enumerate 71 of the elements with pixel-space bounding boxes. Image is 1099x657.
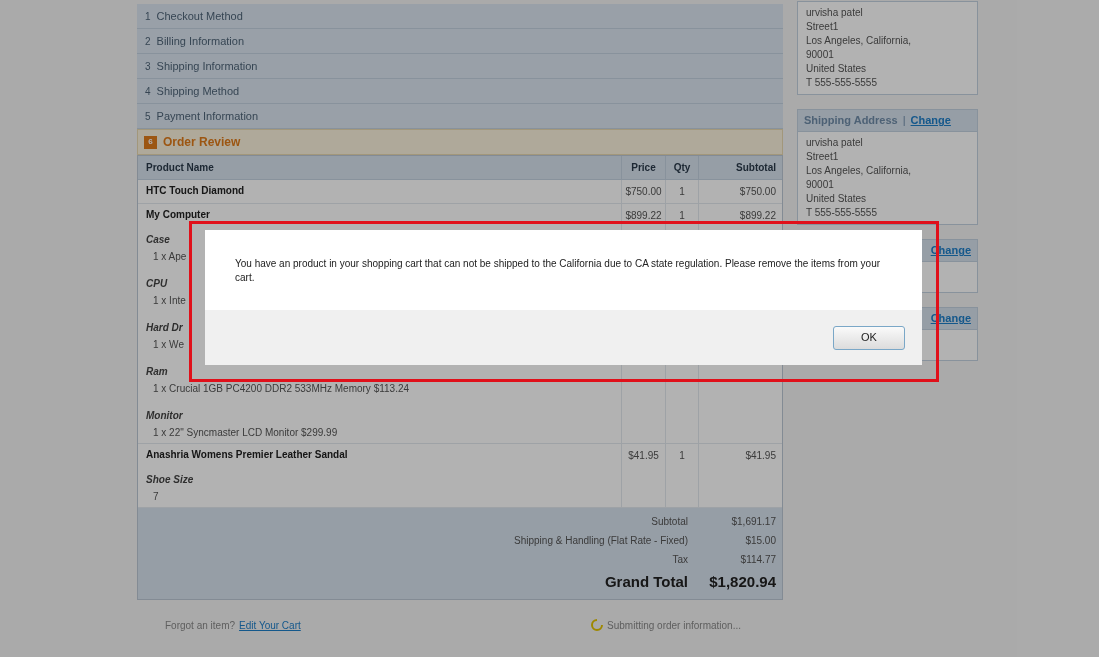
checkout-step[interactable]: 4 Shipping Method [137,79,783,104]
address-line: T 555-555-5555 [806,76,877,90]
footer-text: Forgot an item? [165,618,236,633]
product-name: My Computer [146,208,210,221]
option-value: 1 x 22" Syncmaster LCD Monitor $299.99 [152,426,338,440]
total-value: $1,691.17 [730,515,777,529]
option-value: 1 x Ape [152,250,187,264]
table-cell: $750.00 [698,180,784,203]
total-label: Subtotal [650,515,689,529]
step-title: Payment Information [156,108,259,124]
step-title: Checkout Method [156,8,243,24]
checkout-step[interactable]: 6 Order Review [137,129,783,155]
checkout-step[interactable]: 1 Checkout Method [137,4,783,29]
column-header: Product Name [145,161,215,175]
checkout-step[interactable]: 3 Shipping Information [137,54,783,79]
step-title: Shipping Information [156,58,258,74]
address-line: Los Angeles, California, [806,34,912,48]
checkout-step[interactable]: 5 Payment Information [137,104,783,129]
column-header: Qty [665,156,698,179]
option-label: Case [146,233,170,247]
address-line: T 555-555-5555 [806,206,877,220]
step-number: 3 [145,59,151,74]
checkout-step[interactable]: 2 Billing Information [137,29,783,54]
option-value: 1 x Crucial 1GB PC4200 DDR2 533MHz Memory $113.24 [152,382,410,396]
edit-cart-link[interactable]: Edit Your Cart [239,617,301,633]
address-title: Shipping Address [804,113,898,129]
step-title: Shipping Method [156,83,240,99]
total-label: Tax [671,553,689,567]
total-label: Shipping & Handling (Flat Rate - Fixed) [513,534,689,548]
total-value: $15.00 [744,534,777,548]
step-number-badge: 6 [144,135,157,149]
table-cell: $41.95 [698,444,784,507]
product-name: HTC Touch Diamond [146,184,245,197]
total-label: Grand Total [603,572,689,592]
table-cell: $750.00 [621,180,665,203]
address-line: United States [806,62,867,76]
separator-text: | [902,113,906,129]
address-line: urvisha patel [806,6,863,20]
step-number: 5 [145,109,151,124]
step-title: Billing Information [156,33,244,49]
table-cell: $41.95 [621,444,665,507]
total-value: $1,820.94 [708,572,777,592]
table-cell: 1 [665,444,698,507]
step-number: 1 [145,9,151,24]
address-line: 90001 [806,48,834,62]
option-label: Ram [146,365,168,379]
option-label: Shoe Size [146,473,194,487]
spinner-icon [591,619,604,631]
address-line: urvisha patel [806,136,863,150]
step-number: 4 [145,84,151,99]
product-name: Anashria Womens Premier Leather Sandal [146,448,348,461]
option-label: CPU [146,277,168,291]
step-number: 2 [145,34,151,49]
address-line: 90001 [806,178,834,192]
table-cell: 1 [665,180,698,203]
change-link[interactable]: Change [910,112,951,129]
address-line: Street1 [806,150,839,164]
option-value: 7 [152,490,159,504]
address-line: United States [806,192,867,206]
option-value: 1 x We [152,338,184,352]
step-title: Order Review [163,134,241,151]
address-line: Street1 [806,20,839,34]
option-label: Monitor [146,409,183,423]
column-header: Subtotal [698,156,784,179]
address-line: Los Angeles, California, [806,164,912,178]
ok-button[interactable]: OK [833,325,905,350]
option-value: 1 x Inte [152,294,186,308]
status-text: Submitting order information... [607,618,741,633]
column-header: Price [621,156,665,179]
total-value: $114.77 [739,553,777,567]
option-label: Hard Dr [146,321,183,335]
